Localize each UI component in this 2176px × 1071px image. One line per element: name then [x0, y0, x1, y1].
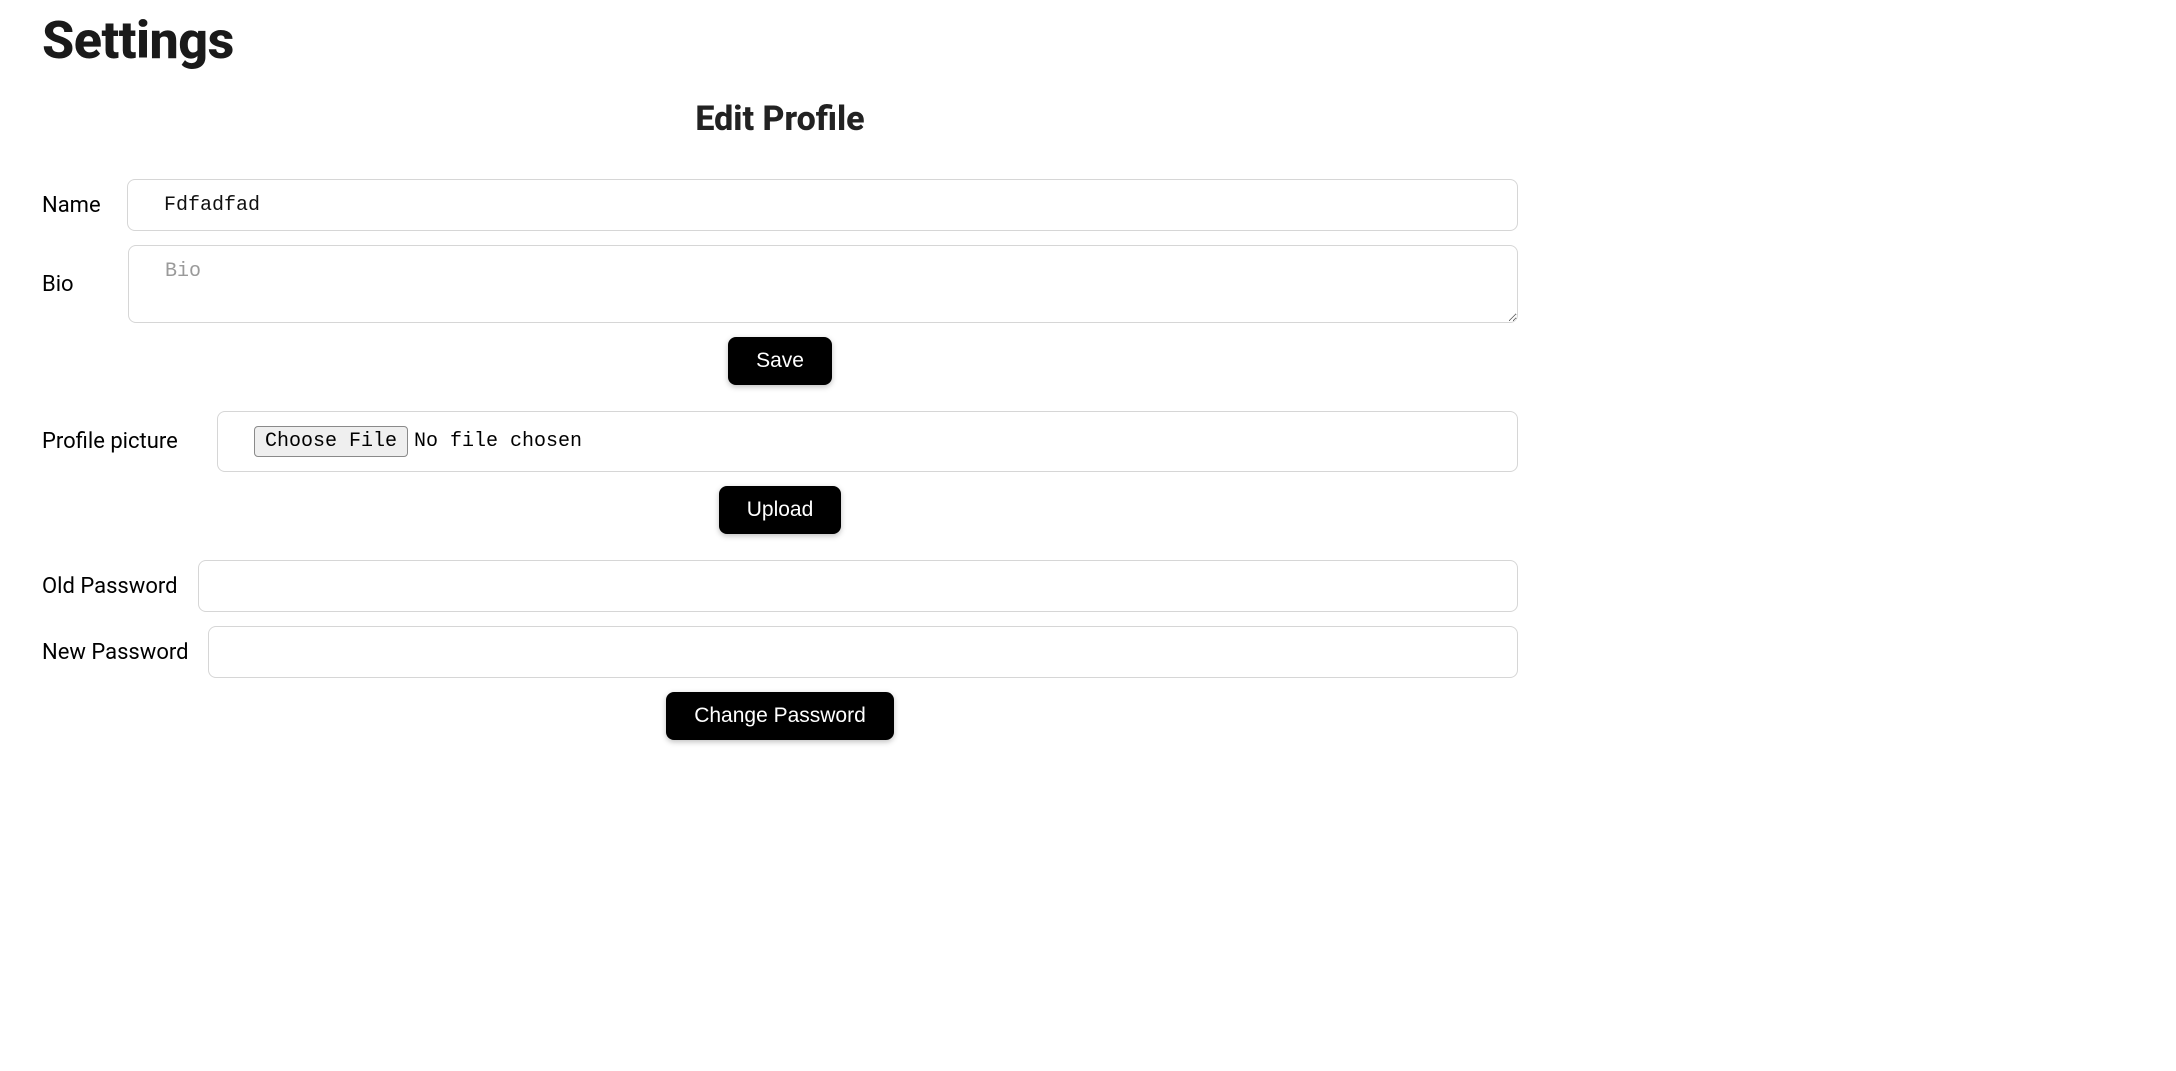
name-row: Name	[42, 179, 1518, 231]
change-password-button[interactable]: Change Password	[666, 692, 894, 740]
file-chosen-status: No file chosen	[414, 430, 582, 453]
new-password-input[interactable]	[208, 626, 1518, 678]
profile-picture-row: Profile picture Choose File No file chos…	[42, 411, 1518, 472]
new-password-row: New Password	[42, 626, 1518, 678]
change-password-button-row: Change Password	[42, 692, 1518, 740]
save-button-row: Save	[42, 337, 1518, 385]
upload-button[interactable]: Upload	[719, 486, 842, 534]
bio-textarea[interactable]	[128, 245, 1518, 323]
name-label: Name	[42, 193, 105, 218]
choose-file-button[interactable]: Choose File	[254, 426, 408, 457]
old-password-label: Old Password	[42, 574, 186, 599]
save-button[interactable]: Save	[728, 337, 832, 385]
old-password-input[interactable]	[198, 560, 1518, 612]
upload-button-row: Upload	[42, 486, 1518, 534]
profile-picture-label: Profile picture	[42, 429, 195, 454]
section-heading-edit-profile: Edit Profile	[42, 99, 1518, 139]
file-input-wrapper[interactable]: Choose File No file chosen	[217, 411, 1518, 472]
bio-row: Bio	[42, 245, 1518, 323]
page-title: Settings	[42, 10, 1518, 71]
name-input[interactable]	[127, 179, 1518, 231]
old-password-row: Old Password	[42, 560, 1518, 612]
new-password-label: New Password	[42, 640, 196, 665]
bio-label: Bio	[42, 272, 76, 297]
